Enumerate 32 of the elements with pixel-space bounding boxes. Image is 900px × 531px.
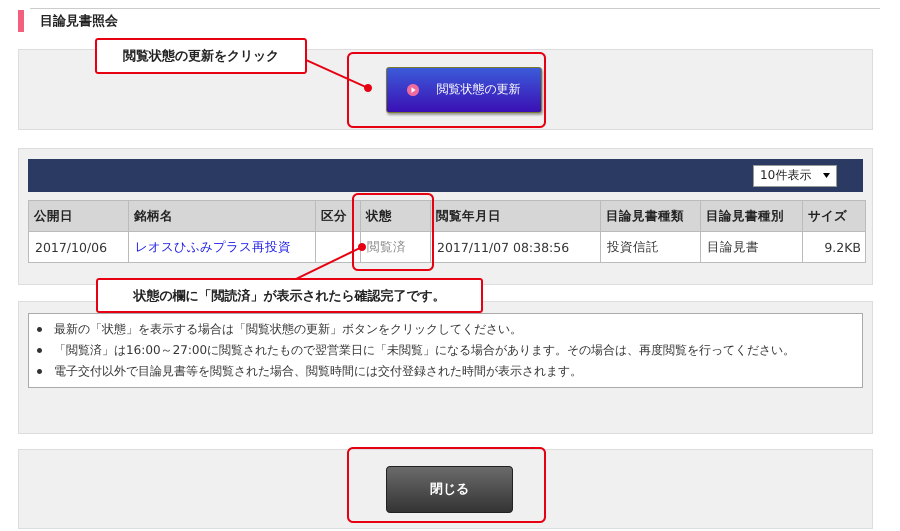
column-header: 区分	[316, 200, 360, 232]
section-title: 目論見書照会	[40, 13, 118, 30]
leader-line	[296, 243, 366, 280]
close-button[interactable]: 閉じる	[386, 466, 513, 512]
bullet-icon	[37, 369, 42, 374]
column-header: 目論見書種別	[700, 200, 802, 232]
bullet-icon	[37, 348, 42, 353]
column-header: サイズ	[802, 200, 866, 232]
page-size-select[interactable]: 10件表示	[753, 164, 837, 186]
table-cell: 2017/10/06	[28, 232, 128, 262]
callout-label: 状態の欄に「閲読済」が表示されたら確認完了です。	[96, 278, 483, 313]
column-header: 状態	[360, 200, 430, 232]
leader-line	[306, 59, 372, 92]
note-text: 電子交付以外で目論見書等を閲覧された場合、閲覧時間には交付登録された時間が表示されます。	[54, 363, 582, 380]
table-cell: 投資信託	[600, 232, 700, 262]
play-icon	[406, 84, 418, 96]
bullet-icon	[37, 327, 42, 332]
column-header: 銘柄名	[128, 200, 316, 232]
column-header: 目論見書種類	[600, 200, 700, 232]
table-cell: 2017/11/07 08:38:56	[430, 232, 600, 262]
note-text: 最新の「状態」を表示する場合は「閲覧状態の更新」ボタンをクリックしてください。	[54, 321, 522, 338]
table-cell: 目論見書	[700, 232, 802, 262]
callout-label: 閲覧状態の更新をクリック	[95, 38, 307, 74]
caret-icon	[823, 173, 830, 178]
note-text: 「閲覧済」は16:00～27:00に閲覧されたもので翌営業日に「未閲覧」になる場合があります。その場合は、再度閲覧を行ってください。	[54, 342, 796, 359]
column-header: 閲覧年月日	[430, 200, 600, 232]
column-header: 公開日	[28, 200, 128, 232]
update-status-button[interactable]: 閲覧状態の更新	[386, 66, 542, 112]
fund-link[interactable]: レオスひふみプラス再投資	[128, 232, 316, 262]
status-cell: 閲覧済	[360, 232, 430, 262]
section-marker	[18, 10, 24, 32]
table-cell: 9.2KB	[802, 232, 866, 262]
